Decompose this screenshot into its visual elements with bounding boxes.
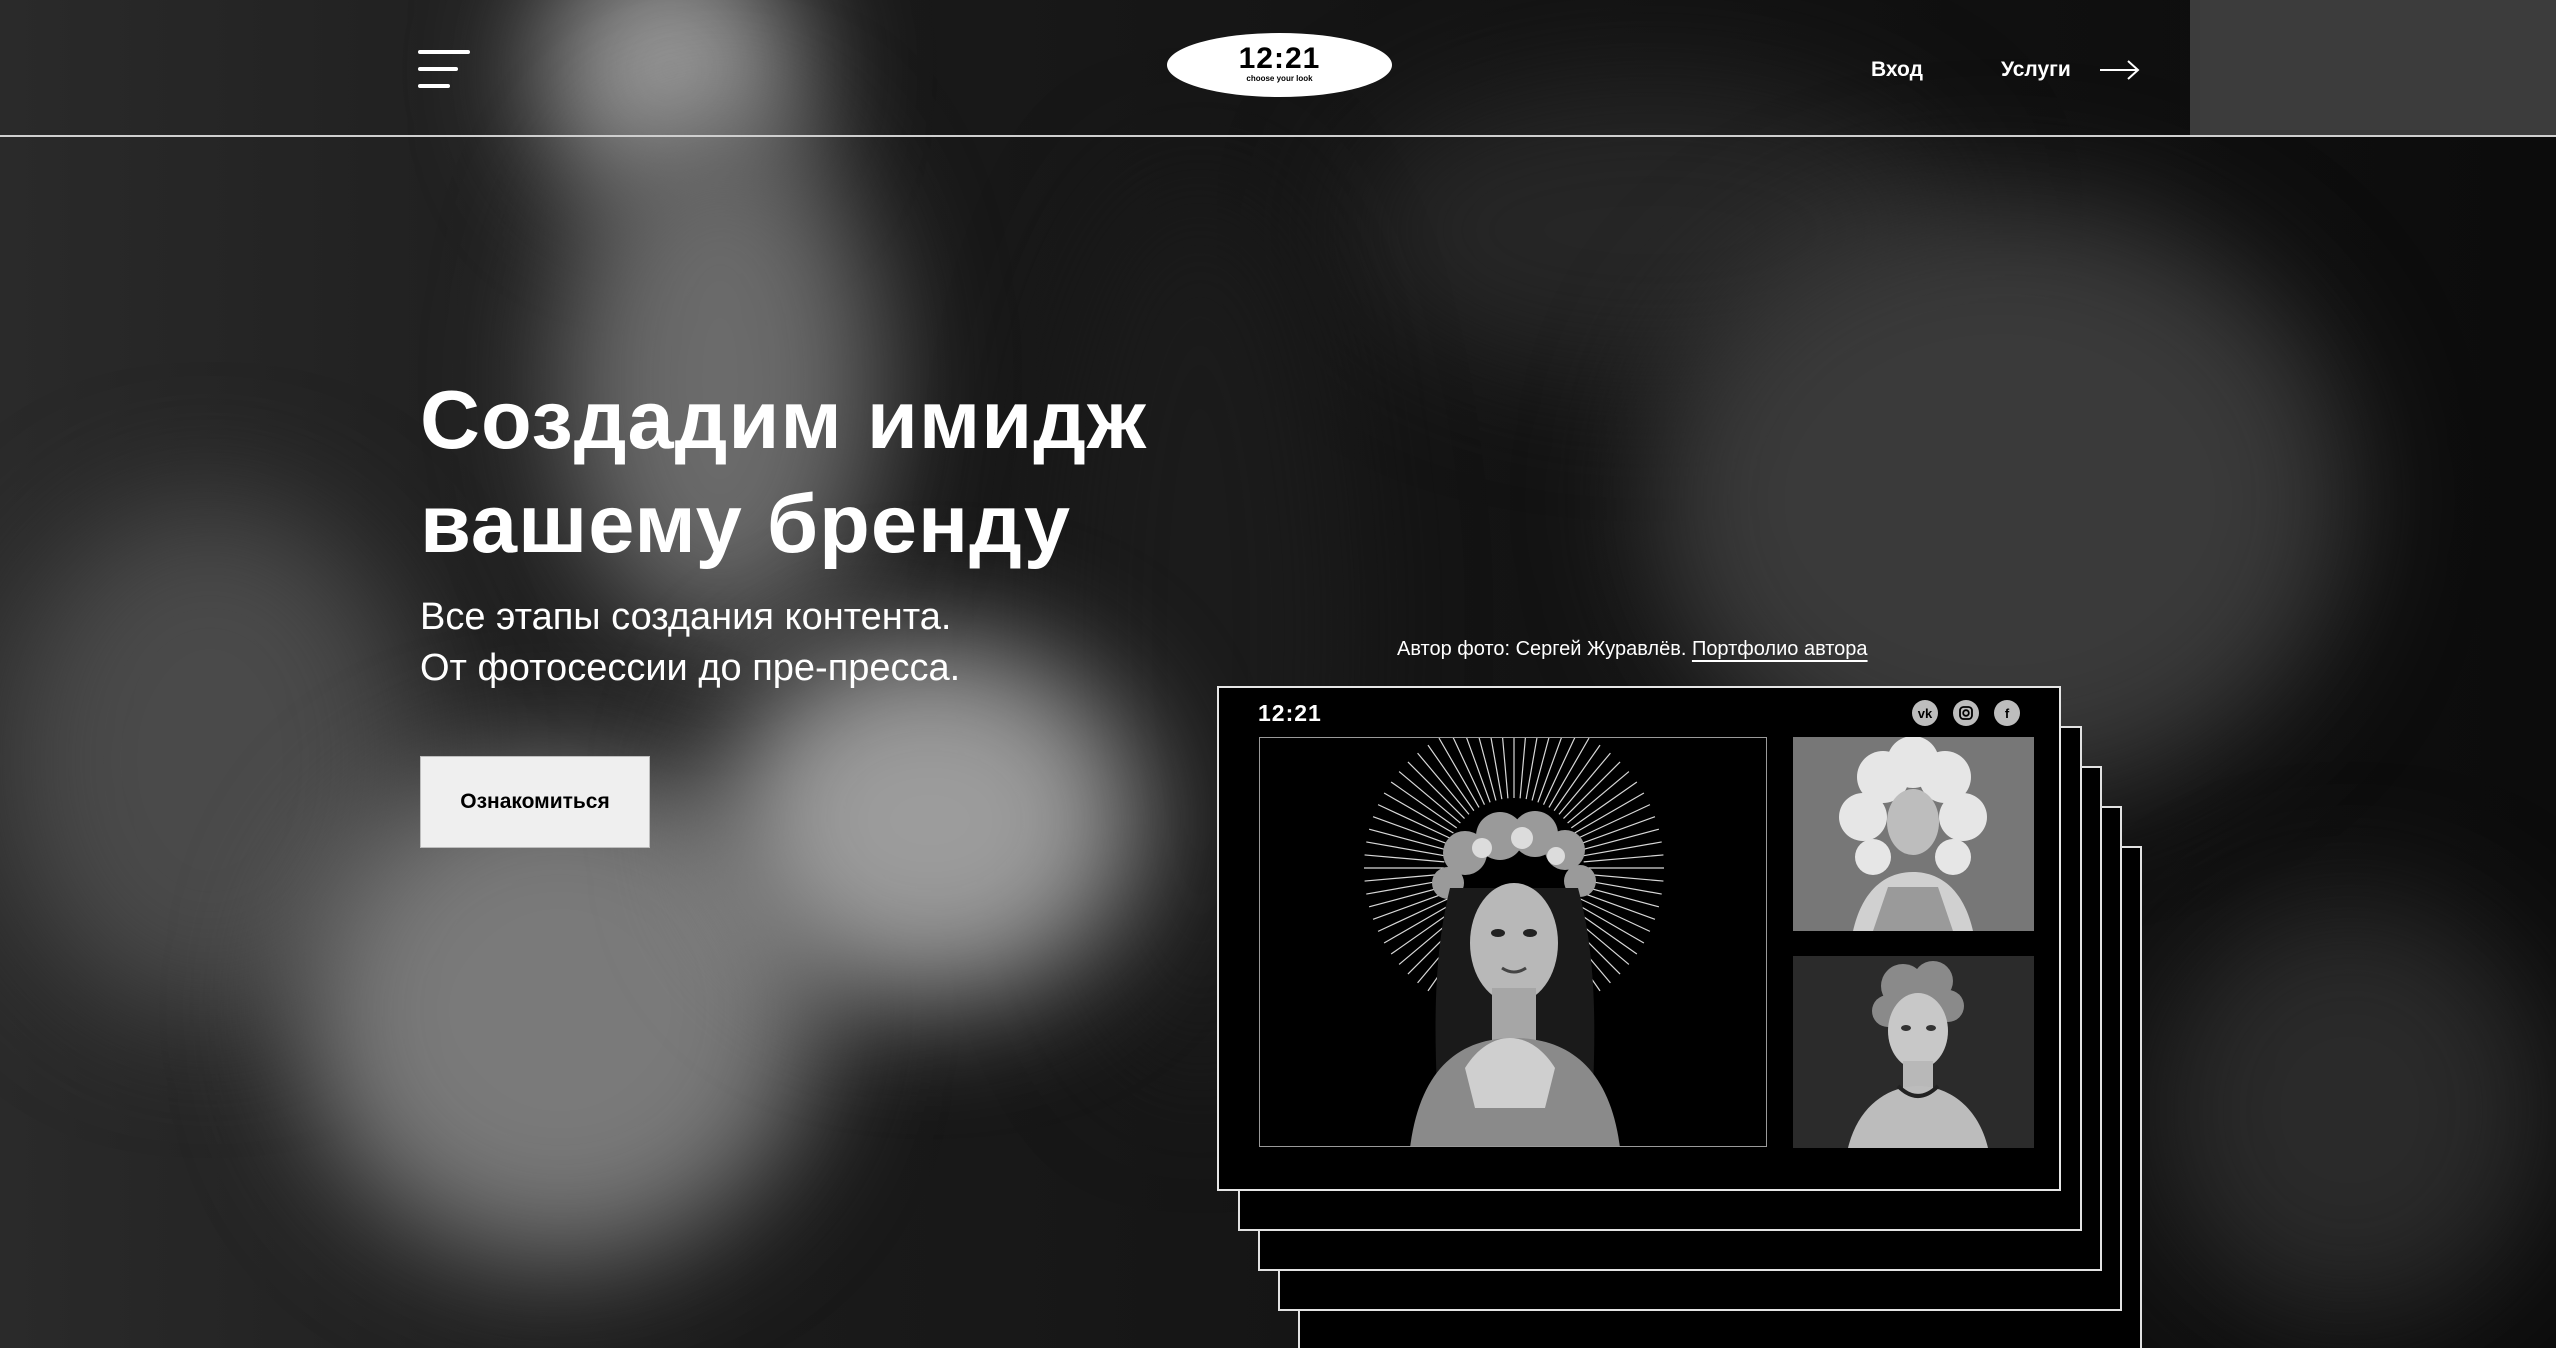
hero-subtitle-line: От фотосессии до пре-пресса. — [420, 647, 961, 689]
photo-credit-text: Автор фото: Сергей Журавлёв. — [1397, 638, 1687, 660]
header-right-panel — [2190, 0, 2556, 135]
logo-time: 12:21 — [1238, 42, 1321, 75]
portfolio-photo-main[interactable] — [1259, 737, 1767, 1147]
learn-more-button[interactable]: Ознакомиться — [420, 756, 650, 848]
hero-title-line: Создадим имидж — [420, 373, 1147, 466]
nav-services-link[interactable]: Услуги — [2001, 58, 2071, 82]
hero-subtitle-line: Все этапы создания контента. — [420, 596, 952, 638]
nav-login-link[interactable]: Вход — [1871, 58, 1923, 82]
site-logo[interactable]: 12:21 choose your look — [1167, 33, 1392, 97]
hero-title-line: вашему бренду — [420, 477, 1071, 570]
crown-portrait-image — [1260, 738, 1766, 1146]
portfolio-card[interactable]: 12:21 vk f — [1217, 686, 2061, 1191]
logo-subtitle: choose your look — [1246, 74, 1313, 83]
menu-icon[interactable] — [418, 50, 470, 90]
photo-credit: Автор фото: Сергей Журавлёв. Портфолио а… — [1397, 638, 1868, 661]
portfolio-photo-small-2[interactable] — [1793, 956, 2034, 1148]
facebook-icon[interactable]: f — [1994, 700, 2020, 726]
girl-portrait-image — [1793, 956, 2034, 1148]
portfolio-photo-small-1[interactable] — [1793, 737, 2034, 931]
vk-icon[interactable]: vk — [1912, 700, 1938, 726]
curly-hair-portrait-image — [1793, 737, 2034, 931]
author-portfolio-link[interactable]: Портфолио автора — [1692, 638, 1868, 660]
site-header: 12:21 choose your look Вход Услуги — [0, 0, 2556, 137]
arrow-right-icon[interactable] — [2098, 56, 2142, 84]
instagram-icon[interactable] — [1953, 700, 1979, 726]
page: 12:21 choose your look Вход Услуги Созда… — [0, 0, 2556, 1348]
hero-title: Создадим имидж вашему бренду — [420, 368, 1300, 576]
hero-subtitle: Все этапы создания контента. От фотосесс… — [420, 592, 1320, 694]
card-logo: 12:21 — [1258, 700, 1322, 726]
